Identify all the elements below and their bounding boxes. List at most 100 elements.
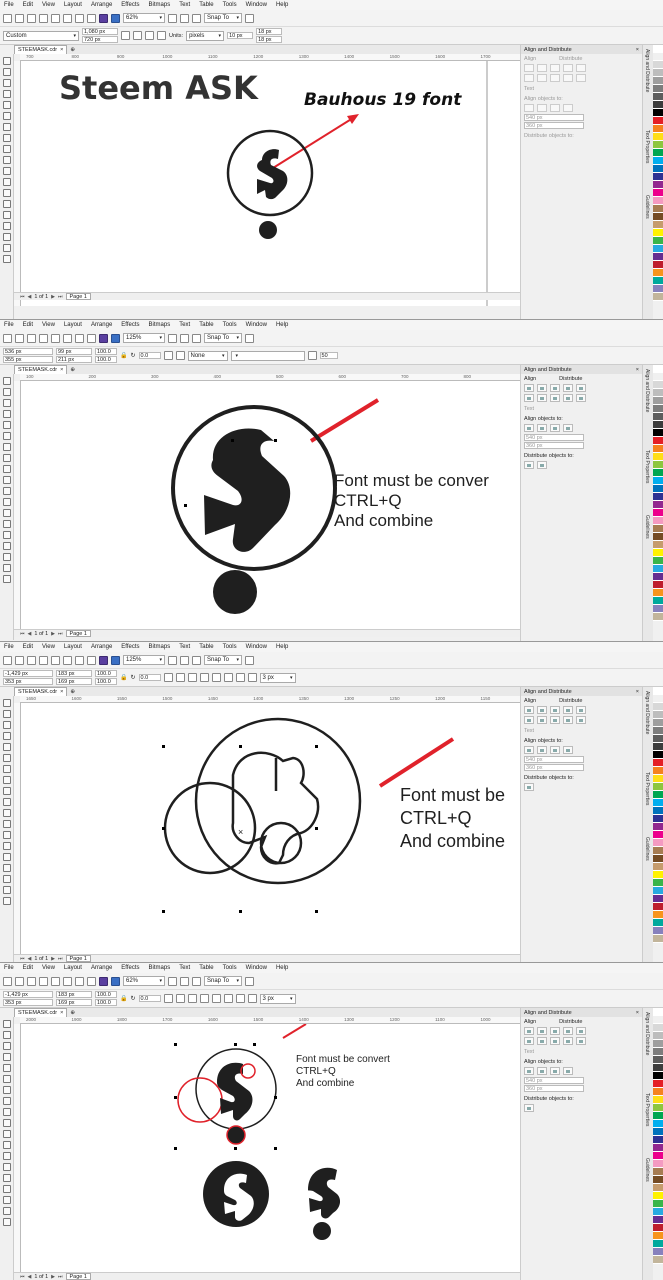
print-icon[interactable] bbox=[39, 655, 48, 665]
instruction-line-1[interactable]: Font must be bbox=[400, 785, 505, 805]
transparency-icon[interactable] bbox=[2, 1163, 11, 1171]
vertical-ruler[interactable] bbox=[14, 381, 21, 633]
align-right-icon[interactable] bbox=[550, 706, 560, 714]
menu-help[interactable]: Help bbox=[276, 644, 288, 650]
palette-swatch[interactable] bbox=[653, 1096, 663, 1104]
crop-tool-icon[interactable] bbox=[2, 399, 11, 407]
ellipse-tool-icon[interactable] bbox=[2, 1097, 11, 1105]
palette-swatch[interactable] bbox=[653, 1024, 663, 1032]
palette-swatch[interactable] bbox=[653, 687, 663, 695]
corel-connect-icon[interactable] bbox=[99, 13, 108, 23]
artistic-media-icon[interactable] bbox=[2, 1075, 11, 1083]
palette-swatch[interactable] bbox=[653, 927, 663, 935]
palette-swatch[interactable] bbox=[653, 759, 663, 767]
menu-help[interactable]: Help bbox=[276, 2, 288, 8]
left-circle-path[interactable] bbox=[177, 1077, 223, 1123]
align-top-icon[interactable] bbox=[524, 716, 534, 724]
menu-effects[interactable]: Effects bbox=[121, 2, 139, 8]
page-edge-icon[interactable] bbox=[537, 104, 547, 112]
palette-swatch[interactable] bbox=[653, 895, 663, 903]
menu-text[interactable]: Text bbox=[179, 965, 190, 971]
height-field[interactable]: 169 px bbox=[56, 999, 92, 1006]
import-icon[interactable] bbox=[75, 333, 84, 343]
zoom-level-combo[interactable]: 62% bbox=[123, 976, 165, 986]
smart-fill-icon[interactable] bbox=[2, 553, 11, 561]
trim-icon[interactable] bbox=[199, 994, 209, 1003]
palette-swatch[interactable] bbox=[653, 1152, 663, 1160]
smoothing-field[interactable]: 50 bbox=[319, 352, 338, 359]
glyph-cutout-path[interactable] bbox=[240, 1063, 256, 1079]
palette-swatch[interactable] bbox=[653, 493, 663, 501]
menu-window[interactable]: Window bbox=[246, 965, 267, 971]
final-glyph-dot[interactable] bbox=[313, 1222, 331, 1240]
outer-circle-path[interactable] bbox=[194, 717, 362, 885]
front-minus-back-icon[interactable] bbox=[235, 994, 245, 1003]
height-field[interactable]: 211 px bbox=[56, 356, 92, 363]
align-left-icon[interactable] bbox=[524, 384, 534, 392]
menu-file[interactable]: File bbox=[4, 2, 14, 8]
connector-tool-icon[interactable] bbox=[2, 1141, 11, 1149]
show-rulers-icon[interactable] bbox=[180, 655, 189, 665]
text-properties-side-tab[interactable]: Text Properties bbox=[644, 772, 650, 805]
palette-swatch[interactable] bbox=[653, 703, 663, 711]
palette-swatch[interactable] bbox=[653, 903, 663, 911]
import-icon[interactable] bbox=[75, 13, 84, 23]
palette-swatch[interactable] bbox=[653, 109, 663, 117]
distribute-top-icon[interactable] bbox=[563, 1037, 573, 1045]
shape-tool-icon[interactable] bbox=[2, 710, 11, 718]
import-icon[interactable] bbox=[75, 976, 84, 986]
menu-tools[interactable]: Tools bbox=[223, 2, 237, 8]
smart-fill-icon[interactable] bbox=[2, 233, 11, 241]
menu-file[interactable]: File bbox=[4, 965, 14, 971]
width-field[interactable]: 183 px bbox=[56, 991, 92, 998]
trim-icon[interactable] bbox=[199, 673, 209, 682]
units-combo[interactable]: pixels bbox=[186, 30, 225, 41]
add-tab-icon[interactable]: ⊕ bbox=[70, 47, 75, 53]
rectangle-tool-icon[interactable] bbox=[2, 443, 11, 451]
palette-swatch[interactable] bbox=[653, 799, 663, 807]
menu-bitmaps[interactable]: Bitmaps bbox=[149, 965, 171, 971]
palette-swatch[interactable] bbox=[653, 1192, 663, 1200]
polygon-tool-icon[interactable] bbox=[2, 1108, 11, 1116]
distribute-selection-icon[interactable] bbox=[524, 461, 534, 469]
close-icon[interactable]: × bbox=[60, 367, 63, 373]
show-grid-icon[interactable] bbox=[192, 976, 201, 986]
undo-icon[interactable] bbox=[51, 13, 60, 23]
ellipse-tool-icon[interactable] bbox=[2, 776, 11, 784]
palette-swatch[interactable] bbox=[653, 181, 663, 189]
interactive-fill-icon[interactable] bbox=[2, 864, 11, 872]
mirror-vertical-icon[interactable] bbox=[175, 673, 185, 682]
steem-glyph[interactable] bbox=[204, 428, 291, 552]
menu-effects[interactable]: Effects bbox=[121, 644, 139, 650]
distribute-middle-icon[interactable] bbox=[576, 716, 586, 724]
menu-bitmaps[interactable]: Bitmaps bbox=[149, 2, 171, 8]
palette-swatch[interactable] bbox=[653, 197, 663, 205]
snap-to-combo[interactable]: Snap To bbox=[204, 655, 242, 665]
open-icon[interactable] bbox=[15, 333, 24, 343]
guidelines-side-tab[interactable]: Guidelines bbox=[644, 1158, 650, 1182]
add-tab-icon[interactable]: ⊕ bbox=[70, 689, 75, 695]
transparency-icon[interactable] bbox=[2, 520, 11, 528]
new-document-icon[interactable] bbox=[3, 976, 12, 986]
palette-swatch[interactable] bbox=[653, 1232, 663, 1240]
fill-icon[interactable] bbox=[2, 897, 11, 905]
print-icon[interactable] bbox=[39, 13, 48, 23]
weld-icon[interactable] bbox=[187, 994, 197, 1003]
palette-swatch[interactable] bbox=[653, 1056, 663, 1064]
fill-icon[interactable] bbox=[2, 255, 11, 263]
redo-icon[interactable] bbox=[63, 333, 72, 343]
welcome-screen-icon[interactable] bbox=[111, 655, 120, 665]
active-objects-icon[interactable] bbox=[524, 1067, 534, 1075]
align-distribute-side-tab[interactable]: Align and Distribute bbox=[644, 691, 650, 734]
close-icon[interactable]: × bbox=[636, 367, 639, 373]
last-page-icon[interactable]: ⏭ bbox=[58, 956, 63, 962]
align-x-field[interactable]: 540 px bbox=[524, 756, 584, 763]
menu-window[interactable]: Window bbox=[246, 2, 267, 8]
page-width-field[interactable]: 1,080 px bbox=[82, 28, 118, 35]
x-position-field[interactable]: -1,429 px bbox=[3, 670, 53, 677]
smart-fill-icon[interactable] bbox=[2, 1196, 11, 1204]
polygon-tool-icon[interactable] bbox=[2, 465, 11, 473]
last-page-icon[interactable]: ⏭ bbox=[58, 1274, 63, 1280]
lock-ratio-icon[interactable]: 🔒 bbox=[120, 995, 127, 1002]
palette-swatch[interactable] bbox=[653, 743, 663, 751]
